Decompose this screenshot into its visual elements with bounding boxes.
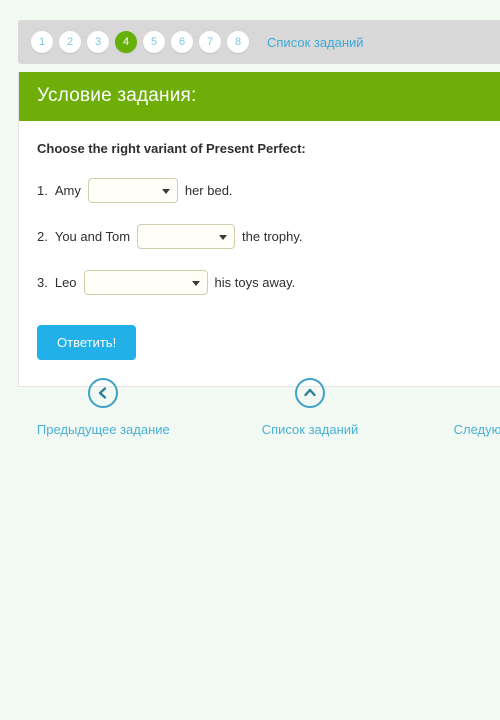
question-3-select[interactable] — [83, 270, 208, 295]
task-card-header: Условие задания: — [19, 72, 500, 121]
pagination-item-5[interactable]: 5 — [143, 31, 165, 53]
question-2-select[interactable] — [137, 224, 236, 249]
question-3-text-before: Leo — [54, 275, 77, 290]
question-1-text-after: her bed. — [184, 183, 233, 198]
question-row-1: 1. Amy her bed. — [37, 178, 500, 203]
submit-answer-button[interactable]: Ответить! — [37, 325, 137, 360]
pagination-item-1[interactable]: 1 — [31, 31, 53, 53]
question-3-text-after: his toys away. — [214, 275, 296, 290]
chevron-down-icon — [219, 234, 228, 240]
question-1-number: 1. — [37, 183, 48, 198]
question-2-number: 2. — [37, 229, 48, 244]
question-1-text-before: Amy — [54, 183, 81, 198]
task-prompt: Choose the right variant of Present Perf… — [37, 141, 306, 156]
question-3-number: 3. — [37, 275, 48, 290]
bottom-navigation: Предыдущее задание Список заданий Следую… — [0, 378, 500, 437]
chevron-down-icon — [191, 280, 200, 286]
next-task-label: Следующее задание — [453, 422, 500, 437]
task-list-link[interactable]: Список заданий — [267, 35, 364, 50]
task-card: Условие задания: Choose the right varian… — [18, 72, 500, 387]
question-row-2: 2. You and Tom the trophy. — [37, 224, 500, 249]
question-2-text-before: You and Tom — [54, 229, 131, 244]
chevron-up-circle-icon — [295, 378, 325, 408]
chevron-left-circle-icon — [88, 378, 119, 408]
pagination-item-6[interactable]: 6 — [171, 31, 193, 53]
pagination-item-8[interactable]: 8 — [227, 31, 249, 53]
question-2-text-after: the trophy. — [242, 229, 303, 244]
previous-task-label: Предыдущее задание — [36, 422, 170, 437]
next-task-nav[interactable]: Следующее задание — [413, 378, 500, 437]
pagination-item-7[interactable]: 7 — [199, 31, 221, 53]
pagination-item-4-active[interactable]: 4 — [115, 31, 137, 53]
pagination-item-3[interactable]: 3 — [87, 31, 109, 53]
question-1-select[interactable] — [87, 178, 178, 203]
pagination-bar: 1 2 3 4 5 6 7 8 Список заданий — [18, 20, 500, 64]
chevron-down-icon — [161, 188, 170, 194]
task-card-body: Choose the right variant of Present Perf… — [19, 121, 500, 386]
task-list-label: Список заданий — [261, 422, 359, 437]
task-list-nav[interactable]: Список заданий — [207, 378, 414, 437]
question-row-3: 3. Leo his toys away. — [37, 270, 500, 295]
pagination-item-2[interactable]: 2 — [59, 31, 81, 53]
previous-task-nav[interactable]: Предыдущее задание — [0, 378, 207, 437]
